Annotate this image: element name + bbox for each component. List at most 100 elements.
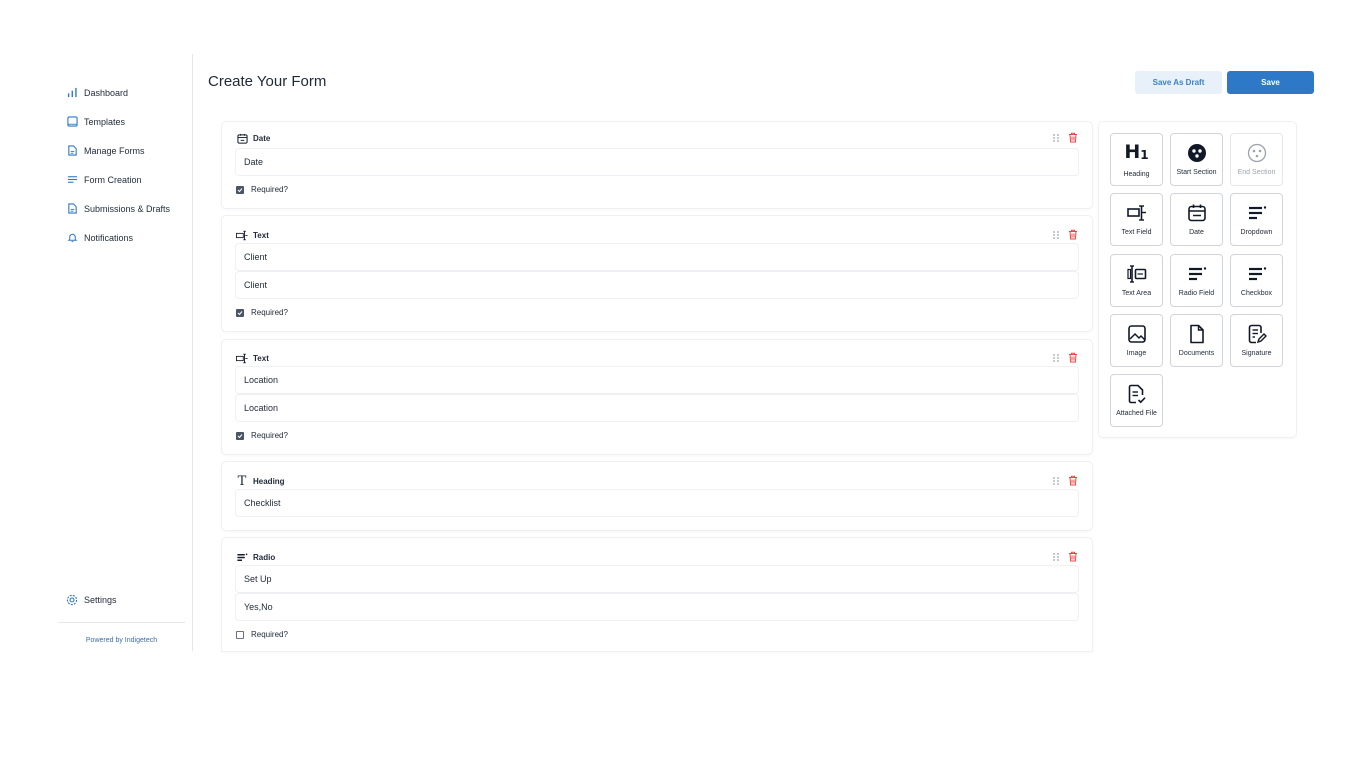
field-label-input[interactable]: Location — [236, 367, 1078, 393]
palette-tile-checkbox[interactable]: Checkbox — [1230, 254, 1283, 307]
settings-label: Settings — [84, 595, 117, 605]
calendar-icon — [236, 132, 248, 144]
drag-handle-icon[interactable] — [1052, 230, 1060, 240]
field-type-header: Text — [236, 229, 269, 241]
text-field-icon — [1126, 205, 1146, 221]
required-toggle[interactable]: Required? — [236, 431, 288, 440]
field-label-input[interactable]: Set Up — [236, 566, 1078, 592]
field-type-header: Radio — [236, 551, 275, 563]
required-label: Required? — [251, 431, 288, 440]
trash-icon[interactable] — [1068, 229, 1078, 240]
palette-tile-image[interactable]: Image — [1110, 314, 1163, 367]
tile-label: Documents — [1178, 350, 1215, 357]
sidebar-item-submissions-drafts[interactable]: Submissions & Drafts — [66, 194, 170, 223]
sidebar-item-form-creation[interactable]: Form Creation — [66, 165, 170, 194]
drag-handle-icon[interactable] — [1052, 476, 1060, 486]
sidebar: Dashboard Templates Manage Forms Form Cr… — [58, 54, 193, 651]
list-icon — [66, 174, 78, 186]
required-label: Required? — [251, 630, 288, 639]
field-placeholder-input[interactable]: Location — [236, 395, 1078, 421]
sidebar-item-settings[interactable]: Settings — [66, 594, 117, 606]
palette-tile-radio-field[interactable]: Radio Field — [1170, 254, 1223, 307]
sidebar-item-manage-forms[interactable]: Manage Forms — [66, 136, 170, 165]
required-checkbox[interactable] — [236, 308, 244, 317]
save-button[interactable]: Save — [1227, 71, 1314, 94]
palette-tile-dropdown[interactable]: Dropdown — [1230, 193, 1283, 246]
card-actions — [1052, 475, 1078, 486]
palette-tile-heading[interactable]: H1 Heading — [1110, 133, 1163, 186]
document-icon — [66, 203, 78, 215]
trash-icon[interactable] — [1068, 132, 1078, 143]
field-card-text[interactable]: Text Client Client Required? — [222, 216, 1092, 331]
required-checkbox[interactable] — [236, 630, 244, 639]
field-card-date[interactable]: Date Date Required? — [222, 122, 1092, 208]
page-title: Create Your Form — [208, 73, 327, 90]
powered-by-link[interactable]: Powered by Indigetech — [58, 637, 185, 644]
trash-icon[interactable] — [1068, 551, 1078, 562]
palette-tile-text-area[interactable]: Text Area — [1110, 254, 1163, 307]
trash-icon[interactable] — [1068, 475, 1078, 486]
palette-tile-date[interactable]: Date — [1170, 193, 1223, 246]
dropdown-icon — [1248, 206, 1266, 220]
tile-label: Text Field — [1121, 229, 1152, 236]
text-field-icon — [236, 229, 248, 241]
save-as-draft-button[interactable]: Save As Draft — [1135, 71, 1222, 94]
calendar-icon — [1187, 204, 1206, 222]
required-toggle[interactable]: Required? — [236, 185, 288, 194]
text-area-icon — [1126, 265, 1146, 283]
radio-lines-icon — [236, 551, 248, 563]
field-palette: H1 Heading Start Section End Section Tex… — [1099, 122, 1296, 437]
h1-icon: H1 — [1124, 140, 1149, 163]
tile-label: Heading — [1123, 170, 1150, 178]
field-card-heading[interactable]: T Heading Checklist — [222, 462, 1092, 530]
tile-label: Checkbox — [1240, 290, 1273, 297]
sidebar-item-label: Manage Forms — [84, 145, 145, 156]
sidebar-item-dashboard[interactable]: Dashboard — [66, 78, 170, 107]
field-type-header: Date — [236, 132, 270, 144]
options-input[interactable]: Yes,No — [236, 594, 1078, 620]
heading-t-icon: T — [237, 473, 247, 489]
field-placeholder-input[interactable]: Client — [236, 272, 1078, 298]
card-actions — [1052, 229, 1078, 240]
field-label-input[interactable]: Date — [236, 149, 1078, 175]
drag-handle-icon[interactable] — [1052, 133, 1060, 143]
field-card-text[interactable]: Text Location Location Required? — [222, 340, 1092, 454]
tile-label: Image — [1126, 350, 1147, 357]
required-checkbox[interactable] — [236, 431, 244, 440]
sidebar-item-label: Dashboard — [84, 87, 129, 98]
attached-file-icon — [1128, 384, 1146, 404]
palette-tile-start-section[interactable]: Start Section — [1170, 133, 1223, 186]
start-section-icon — [1187, 144, 1206, 162]
sidebar-item-label: Templates — [84, 116, 126, 127]
heading-text-input[interactable]: Checklist — [236, 490, 1078, 516]
trash-icon[interactable] — [1068, 352, 1078, 363]
field-type-label: Text — [253, 230, 269, 240]
sidebar-nav: Dashboard Templates Manage Forms Form Cr… — [66, 78, 170, 252]
required-toggle[interactable]: Required? — [236, 308, 288, 317]
drag-handle-icon[interactable] — [1052, 552, 1060, 562]
tile-label: Dropdown — [1240, 229, 1273, 236]
gear-icon — [66, 594, 78, 606]
text-field-icon — [236, 352, 248, 364]
field-card-radio[interactable]: Radio Set Up Yes,No Required? — [222, 538, 1092, 651]
required-label: Required? — [251, 308, 288, 317]
palette-tile-text-field[interactable]: Text Field — [1110, 193, 1163, 246]
palette-tile-attached-file[interactable]: Attached File — [1110, 374, 1163, 427]
required-toggle[interactable]: Required? — [236, 630, 288, 639]
palette-tile-signature[interactable]: Signature — [1230, 314, 1283, 367]
field-type-label: Text — [253, 353, 269, 363]
required-checkbox[interactable] — [236, 185, 244, 194]
field-type-header: Text — [236, 352, 269, 364]
sidebar-item-label: Notifications — [84, 232, 134, 243]
radio-lines-icon — [1188, 267, 1206, 281]
tile-label: Date — [1189, 229, 1204, 236]
document-icon — [66, 145, 78, 157]
palette-tile-end-section[interactable]: End Section — [1230, 133, 1283, 186]
sidebar-item-notifications[interactable]: Notifications — [66, 223, 170, 252]
image-icon — [1127, 325, 1146, 343]
drag-handle-icon[interactable] — [1052, 353, 1060, 363]
field-label-input[interactable]: Client — [236, 244, 1078, 270]
palette-tile-documents[interactable]: Documents — [1170, 314, 1223, 367]
checkbox-lines-icon — [1248, 267, 1266, 281]
sidebar-item-templates[interactable]: Templates — [66, 107, 170, 136]
